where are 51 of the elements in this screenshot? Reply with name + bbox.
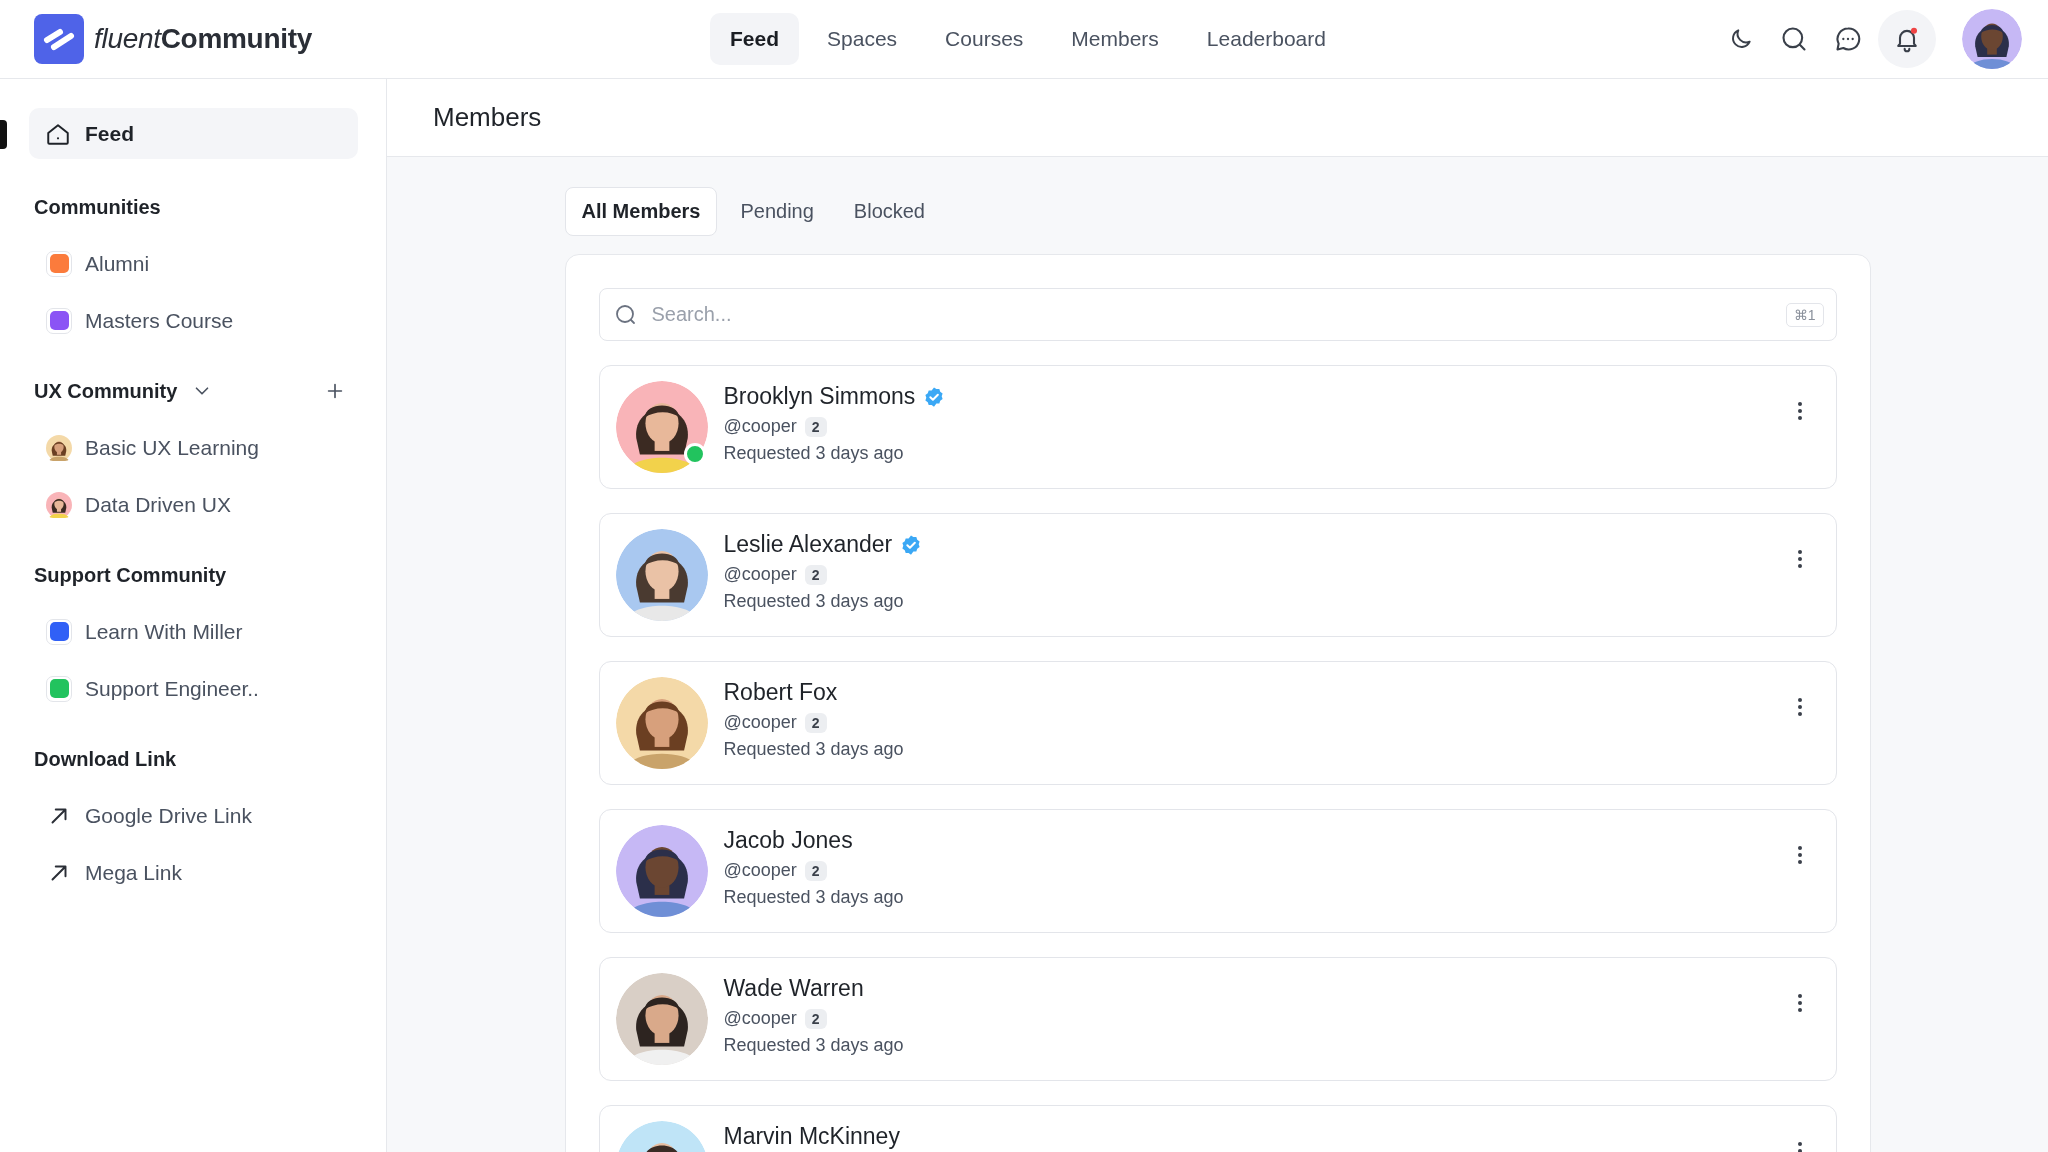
shortcut-key: ⌘1	[1785, 302, 1824, 327]
active-indicator	[0, 120, 7, 149]
search-icon[interactable]	[1780, 25, 1808, 53]
member-name: Brooklyn Simmons	[723, 383, 916, 410]
member-handle: @cooper	[723, 416, 797, 437]
request-time: Requested 3 days ago	[723, 591, 905, 612]
member-handle: @cooper	[723, 712, 797, 733]
member-name: Robert Fox	[723, 679, 838, 706]
sidebar-item[interactable]: Feed	[29, 108, 358, 159]
nav-link[interactable]: Leaderboard	[1186, 13, 1346, 65]
logo-icon	[34, 14, 84, 64]
tab[interactable]: Pending	[723, 187, 831, 236]
request-time: Requested 3 days ago	[723, 887, 905, 908]
member-name: Marvin McKinney	[723, 1123, 900, 1150]
tab[interactable]: All Members	[564, 187, 718, 236]
sidebar-item[interactable]: Basic UX Learning	[29, 419, 358, 476]
sidebar-item[interactable]: Alumni	[29, 235, 358, 292]
member-name: Wade Warren	[723, 975, 864, 1002]
tab[interactable]: Blocked	[836, 187, 942, 236]
search-field[interactable]: Search...	[649, 302, 1774, 327]
request-time: Requested 3 days ago	[723, 443, 905, 464]
nav-link[interactable]: Members	[1051, 13, 1179, 65]
request-time: Requested 3 days ago	[723, 739, 905, 760]
member-handle: @cooper	[723, 564, 797, 585]
nav-link[interactable]: Courses	[925, 13, 1044, 65]
member-name: Leslie Alexander	[723, 531, 893, 558]
member-handle: @cooper	[723, 1008, 797, 1029]
sidebar-item[interactable]: Support Engineer..	[29, 660, 358, 717]
chat-icon[interactable]	[1834, 25, 1862, 53]
count-badge: 2	[804, 1008, 827, 1029]
sidebar-item[interactable]: Mega Link	[29, 844, 358, 901]
section-heading: Communities	[34, 195, 161, 219]
section-heading: UX Community	[34, 379, 178, 403]
page-title: Members	[433, 102, 542, 133]
count-badge: 2	[804, 416, 827, 437]
sidebar-item[interactable]: Google Drive Link	[29, 787, 358, 844]
count-badge: 2	[804, 860, 827, 881]
request-time: Requested 3 days ago	[723, 1035, 905, 1056]
logo-text: fluentCommunity	[94, 23, 312, 55]
member-handle: @cooper	[723, 860, 797, 881]
section-heading: Download Link	[34, 747, 177, 771]
search-icon	[613, 302, 638, 327]
count-badge: 2	[804, 712, 827, 733]
section-heading: Support Community	[34, 563, 227, 587]
sidebar-item[interactable]: Masters Course	[29, 292, 358, 349]
count-badge: 2	[804, 564, 827, 585]
nav-link[interactable]: Feed	[710, 13, 800, 65]
member-name: Jacob Jones	[723, 827, 853, 854]
sidebar-item[interactable]: Data Driven UX	[29, 476, 358, 533]
sidebar-item[interactable]: Learn With Miller	[29, 603, 358, 660]
nav-link[interactable]: Spaces	[807, 13, 918, 65]
